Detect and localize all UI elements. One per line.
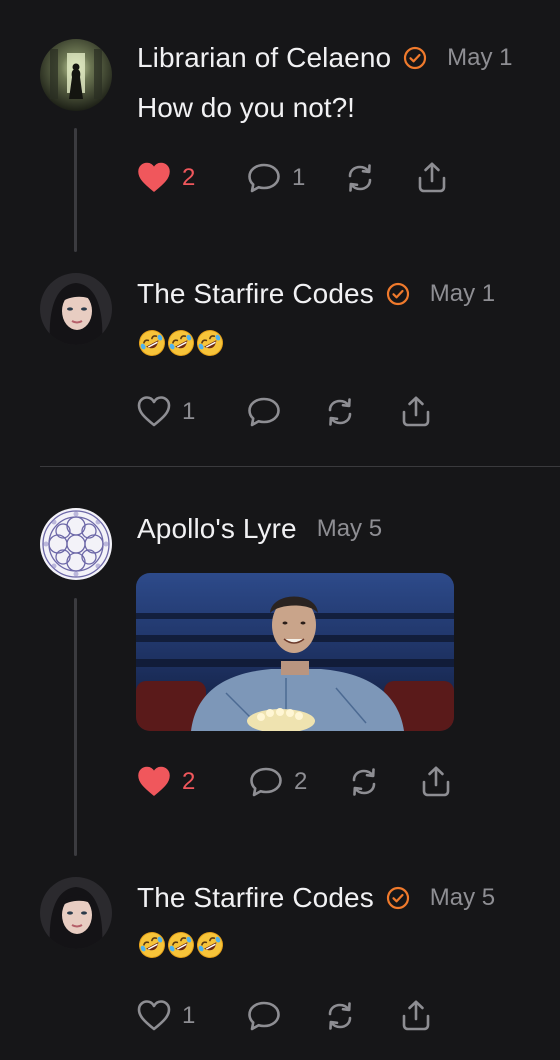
repost-arrows-icon (346, 764, 382, 800)
reply-button[interactable]: 2 (248, 762, 346, 802)
reply-button[interactable] (246, 392, 322, 432)
like-count: 2 (182, 164, 196, 191)
repost-button[interactable] (322, 392, 398, 432)
post-header: Librarian of Celaeno May 1 (137, 42, 513, 74)
speech-bubble-icon (246, 394, 282, 430)
reply-button[interactable]: 1 (246, 158, 342, 198)
share-button[interactable] (398, 392, 434, 432)
post-actions: 1 (136, 996, 434, 1036)
post-actions: 2 1 (136, 158, 450, 198)
reply-count: 2 (294, 768, 308, 795)
post-media-gif[interactable] (136, 573, 454, 731)
share-upload-icon (414, 160, 450, 196)
repost-arrows-icon (322, 998, 358, 1034)
share-upload-icon (398, 998, 434, 1034)
woman-portrait-avatar-icon (40, 877, 112, 949)
heart-icon (136, 998, 172, 1034)
avatar[interactable] (40, 508, 112, 580)
thread-connector-line (74, 598, 77, 856)
post-emoji-text (137, 328, 224, 358)
post-emoji-text (137, 930, 224, 960)
heart-icon (136, 764, 172, 800)
post-header: Apollo's Lyre May 5 (137, 513, 382, 545)
speech-bubble-icon (246, 998, 282, 1034)
avatar[interactable] (40, 877, 112, 949)
post-date[interactable]: May 5 (430, 884, 495, 912)
heart-icon (136, 394, 172, 430)
like-count: 1 (182, 1002, 196, 1029)
share-button[interactable] (418, 762, 454, 802)
speech-bubble-icon (248, 764, 284, 800)
post-actions: 2 2 (136, 762, 454, 802)
geometric-pattern-avatar-icon (40, 508, 112, 580)
post-header: The Starfire Codes May 5 (137, 882, 495, 914)
avatar[interactable] (40, 273, 112, 345)
author-name[interactable]: The Starfire Codes (137, 278, 374, 310)
man-in-hospital-gown-eating-popcorn-gif-icon (136, 573, 454, 731)
verified-check-badge-icon (403, 46, 427, 70)
repost-button[interactable] (346, 762, 418, 802)
author-name[interactable]: The Starfire Codes (137, 882, 374, 914)
like-button[interactable]: 1 (136, 996, 246, 1036)
post-date[interactable]: May 1 (447, 44, 512, 72)
like-button[interactable]: 1 (136, 392, 246, 432)
dark-hallway-avatar-icon (40, 39, 112, 111)
avatar[interactable] (40, 39, 112, 111)
repost-arrows-icon (322, 394, 358, 430)
like-count: 2 (182, 768, 196, 795)
post-actions: 1 (136, 392, 434, 432)
post-date[interactable]: May 1 (430, 280, 495, 308)
woman-portrait-avatar-icon (40, 273, 112, 345)
heart-icon (136, 160, 172, 196)
like-count: 1 (182, 398, 196, 425)
rolling-on-floor-laughing-emoji-icon (195, 328, 225, 358)
rolling-on-floor-laughing-emoji-icon (137, 328, 167, 358)
author-name[interactable]: Apollo's Lyre (137, 513, 297, 545)
reply-count: 1 (292, 164, 306, 191)
rolling-on-floor-laughing-emoji-icon (166, 328, 196, 358)
post-date[interactable]: May 5 (317, 515, 382, 543)
reply-button[interactable] (246, 996, 322, 1036)
author-name[interactable]: Librarian of Celaeno (137, 42, 391, 74)
post-header: The Starfire Codes May 1 (137, 278, 495, 310)
repost-button[interactable] (342, 158, 414, 198)
share-upload-icon (398, 394, 434, 430)
verified-check-badge-icon (386, 886, 410, 910)
share-button[interactable] (414, 158, 450, 198)
rolling-on-floor-laughing-emoji-icon (137, 930, 167, 960)
like-button[interactable]: 2 (136, 158, 246, 198)
repost-arrows-icon (342, 160, 378, 196)
share-button[interactable] (398, 996, 434, 1036)
verified-check-badge-icon (386, 282, 410, 306)
rolling-on-floor-laughing-emoji-icon (166, 930, 196, 960)
thread-divider (40, 466, 560, 467)
repost-button[interactable] (322, 996, 398, 1036)
like-button[interactable]: 2 (136, 762, 248, 802)
thread-connector-line (74, 128, 77, 252)
post-text: How do you not?! (137, 92, 355, 123)
speech-bubble-icon (246, 160, 282, 196)
rolling-on-floor-laughing-emoji-icon (195, 930, 225, 960)
share-upload-icon (418, 764, 454, 800)
